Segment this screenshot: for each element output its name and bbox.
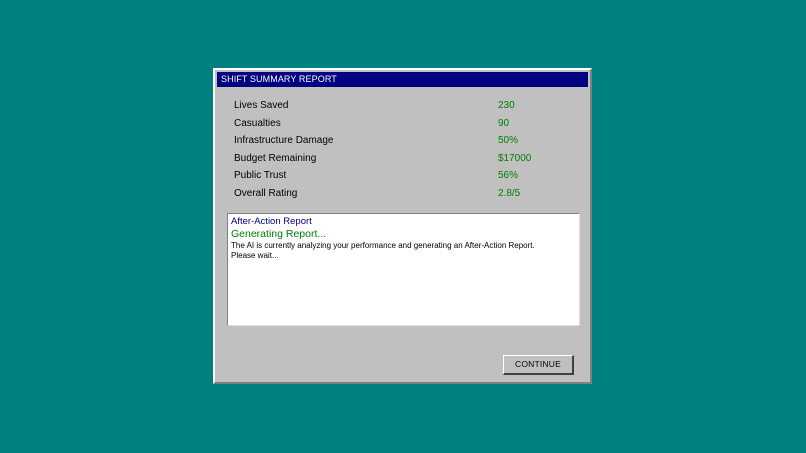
stat-row-casualties: Casualties 90 <box>233 115 573 133</box>
stat-label: Casualties <box>234 117 281 129</box>
stat-label: Infrastructure Damage <box>234 135 334 147</box>
stat-label: Overall Rating <box>234 187 298 199</box>
dialog-title: SHIFT SUMMARY REPORT <box>217 72 588 87</box>
stat-value: 2.8/5 <box>498 187 521 199</box>
stat-label: Public Trust <box>234 170 287 182</box>
stat-label: Lives Saved <box>234 100 289 111</box>
report-body-text: The AI is currently analyzing your perfo… <box>231 241 535 260</box>
continue-button[interactable]: CONTINUE <box>503 355 574 375</box>
shift-summary-dialog: SHIFT SUMMARY REPORT Lives Saved 230 Cas… <box>213 68 592 384</box>
stat-value: 56% <box>498 170 519 182</box>
stat-row-lives-saved: Lives Saved 230 <box>233 97 573 115</box>
stat-value: 90 <box>498 117 510 129</box>
report-status: Generating Report... <box>231 228 327 240</box>
after-action-report-panel[interactable]: After-Action Report Generating Report...… <box>227 213 580 326</box>
stat-row-infrastructure-damage: Infrastructure Damage 50% <box>233 132 573 150</box>
report-title: After-Action Report <box>231 216 312 227</box>
stat-label: Budget Remaining <box>234 152 317 164</box>
stat-value: 50% <box>498 135 519 147</box>
stat-row-public-trust: Public Trust 56% <box>233 167 573 185</box>
stat-row-overall-rating: Overall Rating 2.8/5 <box>233 185 573 203</box>
stat-row-budget-remaining: Budget Remaining $17000 <box>233 150 573 168</box>
stats-list: Lives Saved 230 Casualties 90 Infrastruc… <box>233 97 573 203</box>
stat-value: $17000 <box>498 152 532 164</box>
stat-value: 230 <box>498 100 515 111</box>
